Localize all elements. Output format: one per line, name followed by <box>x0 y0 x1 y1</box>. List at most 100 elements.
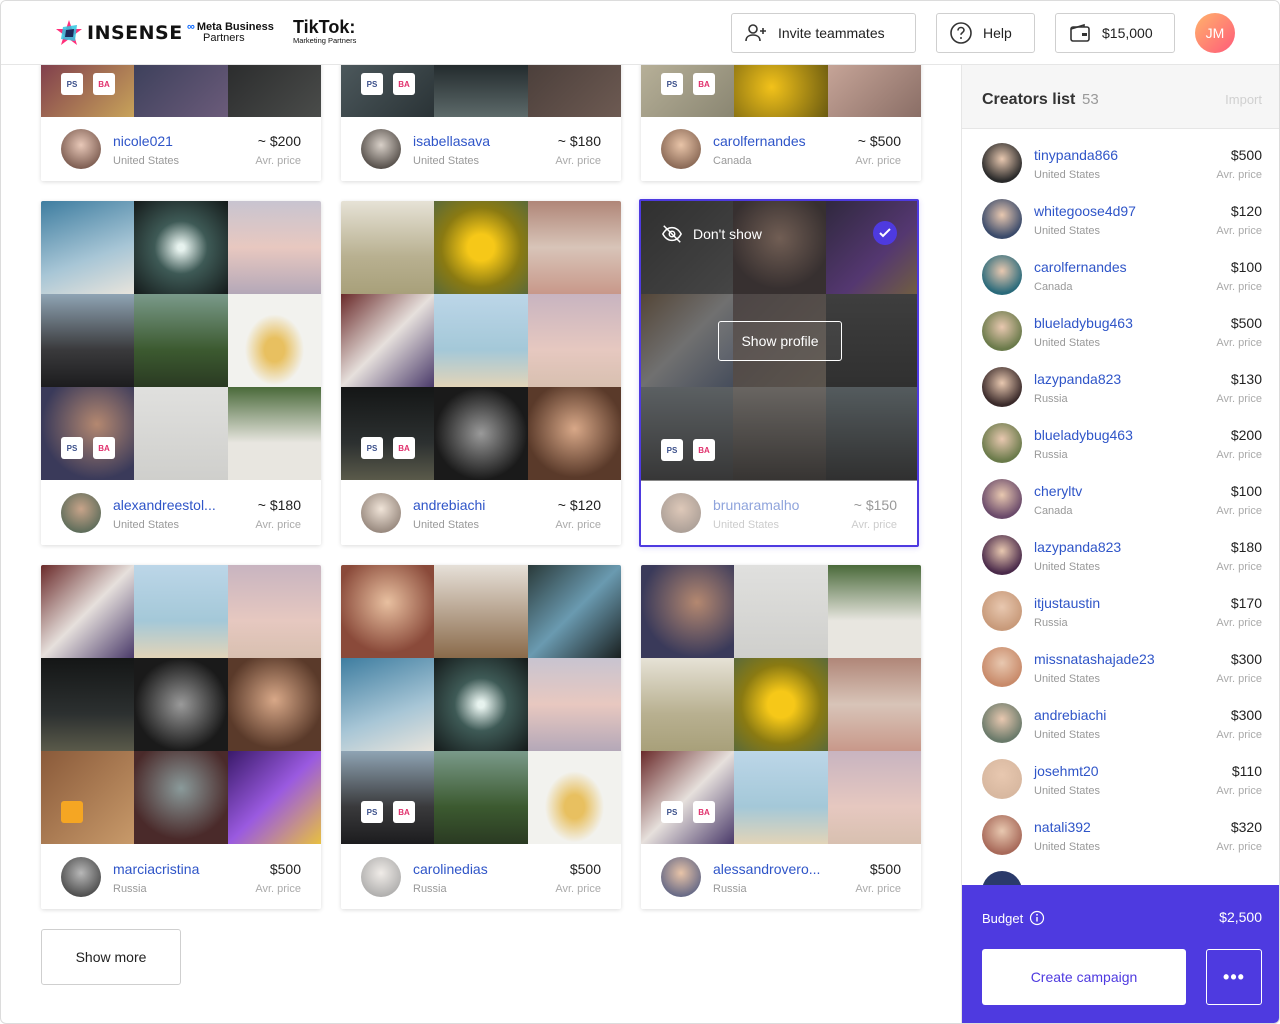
show-profile-button[interactable]: Show profile <box>718 321 842 361</box>
creator-name[interactable]: marciacristina <box>113 861 225 877</box>
price-label: Avr. price <box>555 883 601 895</box>
app-frame: INSENSE ∞ Meta Business Partners TikTok: … <box>0 0 1280 1024</box>
creator-list-item[interactable]: blueladybug463 Russia $200 Avr. price <box>962 409 1279 465</box>
creator-name[interactable]: carolfernandes <box>713 133 825 149</box>
creator-name[interactable]: cheryltv <box>1034 483 1082 499</box>
creator-name[interactable]: natali392 <box>1034 819 1091 835</box>
creator-list-item[interactable]: cheryltv Canada $100 Avr. price <box>962 465 1279 521</box>
creator-country: United States <box>1034 225 1101 237</box>
creator-list-item[interactable]: andrebiachi United States $300 Avr. price <box>962 689 1279 745</box>
more-options-button[interactable]: ••• <box>1206 949 1262 1005</box>
creator-name[interactable]: andrebiachi <box>1034 707 1106 723</box>
creator-list-item[interactable]: itjustaustin Russia $170 Avr. price <box>962 577 1279 633</box>
ps-badge: PS <box>61 73 83 95</box>
creator-name[interactable]: tinypanda866 <box>1034 147 1118 163</box>
creator-price: ~ $150 <box>853 497 897 513</box>
creator-name[interactable]: lazypanda823 <box>1034 371 1121 387</box>
ba-badge: BA <box>393 437 415 459</box>
creator-name[interactable]: nicole021 <box>113 133 225 149</box>
price-label: Avr. price <box>1216 393 1262 405</box>
creator-avatar <box>982 479 1022 519</box>
show-more-button[interactable]: Show more <box>41 929 181 985</box>
ps-badge: PS <box>361 73 383 95</box>
create-campaign-button[interactable]: Create campaign <box>982 949 1186 1005</box>
invite-label: Invite teammates <box>778 25 885 41</box>
creator-card[interactable]: PS BA isabellasava United States ~ $180 … <box>341 61 621 181</box>
creator-country: United States <box>1034 729 1101 741</box>
creator-name[interactable]: itjustaustin <box>1034 595 1100 611</box>
ba-badge: BA <box>693 801 715 823</box>
user-avatar[interactable]: JM <box>1195 13 1235 53</box>
creator-card[interactable]: PS BA nicole021 United States ~ $200 Avr… <box>41 61 321 181</box>
creator-avatar <box>661 493 701 533</box>
creator-name[interactable]: whitegoose4d97 <box>1034 203 1136 219</box>
creator-avatar <box>982 199 1022 239</box>
creator-country: Russia <box>113 883 147 895</box>
price-label: Avr. price <box>1216 169 1262 181</box>
price-label: Avr. price <box>255 883 301 895</box>
import-button[interactable]: Import <box>1225 92 1262 107</box>
creator-price: $500 <box>569 861 601 877</box>
creator-country: United States <box>1034 169 1101 181</box>
creator-list-item[interactable]: natali392 United States $320 Avr. price <box>962 801 1279 857</box>
creator-card[interactable]: PS BA carolfernandes Canada ~ $500 Avr. … <box>641 61 921 181</box>
creator-name[interactable]: missnatashajade23 <box>1034 651 1155 667</box>
creator-avatar <box>361 857 401 897</box>
budget-value: $2,500 <box>1219 909 1262 925</box>
creator-country: United States <box>113 519 180 531</box>
creator-country: United States <box>1034 673 1101 685</box>
dont-show-button[interactable]: Don't show <box>661 223 762 245</box>
ba-badge: BA <box>393 801 415 823</box>
ba-badge: BA <box>93 73 115 95</box>
creator-list-item[interactable]: carolfernandes Canada $100 Avr. price <box>962 241 1279 297</box>
creator-price: $500 <box>869 861 901 877</box>
price-label: Avr. price <box>1216 281 1262 293</box>
creator-name[interactable]: carolinedias <box>413 861 525 877</box>
creator-card[interactable]: PS BA carolinedias Russia $500 Avr. pric… <box>341 565 621 909</box>
creator-name[interactable]: blueladybug463 <box>1034 315 1133 331</box>
price-label: Avr. price <box>255 519 301 531</box>
balance-value: $15,000 <box>1102 25 1153 41</box>
creator-name[interactable]: carolfernandes <box>1034 259 1127 275</box>
creator-name[interactable]: blueladybug463 <box>1034 427 1133 443</box>
price-label: Avr. price <box>855 155 901 167</box>
creator-list-item[interactable]: tinypanda866 United States $500 Avr. price <box>962 129 1279 185</box>
creator-card[interactable]: PS BA andrebiachi United States ~ $120 A… <box>341 201 621 545</box>
creator-list-item[interactable]: blueladybug463 United States $500 Avr. pric… <box>962 297 1279 353</box>
price-label: Avr. price <box>1216 337 1262 349</box>
help-button[interactable]: Help <box>936 13 1035 53</box>
creator-price: $170 <box>1230 595 1262 611</box>
selected-check-icon[interactable] <box>873 221 897 245</box>
creator-avatar <box>61 493 101 533</box>
creator-name[interactable]: alessandrovero... <box>713 861 825 877</box>
creator-list-item[interactable]: whitegoose4d97 United States $120 Avr. pric… <box>962 185 1279 241</box>
creator-name[interactable]: isabellasava <box>413 133 525 149</box>
creator-list-item[interactable]: josehmt20 United States $110 Avr. price <box>962 745 1279 801</box>
creator-card[interactable]: PS BA alessandrovero... Russia $500 Avr.… <box>641 565 921 909</box>
creator-name[interactable]: brunaramalho <box>713 497 825 513</box>
creator-name[interactable]: alexandreestol... <box>113 497 225 513</box>
creator-country: United States <box>1034 841 1101 853</box>
info-icon[interactable] <box>1029 910 1045 926</box>
wallet-balance-button[interactable]: $15,000 <box>1055 13 1175 53</box>
creator-name[interactable]: josehmt20 <box>1034 763 1099 779</box>
creator-name[interactable]: lazypanda823 <box>1034 539 1121 555</box>
creator-name[interactable]: andrebiachi <box>413 497 525 513</box>
ps-badge: PS <box>661 801 683 823</box>
creator-price: $300 <box>1230 651 1262 667</box>
invite-teammates-button[interactable]: Invite teammates <box>731 13 916 53</box>
creator-country: United States <box>1034 785 1101 797</box>
creators-list[interactable]: tinypanda866 United States $500 Avr. price w… <box>962 129 1279 885</box>
creator-card[interactable]: PS BA alexandreestol... United States ~ … <box>41 201 321 545</box>
add-user-icon <box>745 24 766 42</box>
creator-card-selected[interactable]: Don't show Show profile PS BA brunaramal… <box>639 199 919 547</box>
tiktok-line2: Marketing Partners <box>293 36 357 45</box>
creator-list-item[interactable]: missnatashajade23 United States $300 Avr. p… <box>962 633 1279 689</box>
creator-card[interactable]: marciacristina Russia $500 Avr. price <box>41 565 321 909</box>
insense-logo[interactable]: INSENSE <box>55 19 183 47</box>
creator-list-item[interactable]: lazypanda823 United States $180 Avr. price <box>962 521 1279 577</box>
price-label: Avr. price <box>1216 225 1262 237</box>
creator-price: ~ $200 <box>257 133 301 149</box>
creator-list-item[interactable]: lazypanda823 Russia $130 Avr. price <box>962 353 1279 409</box>
wallet-icon <box>1070 23 1090 42</box>
